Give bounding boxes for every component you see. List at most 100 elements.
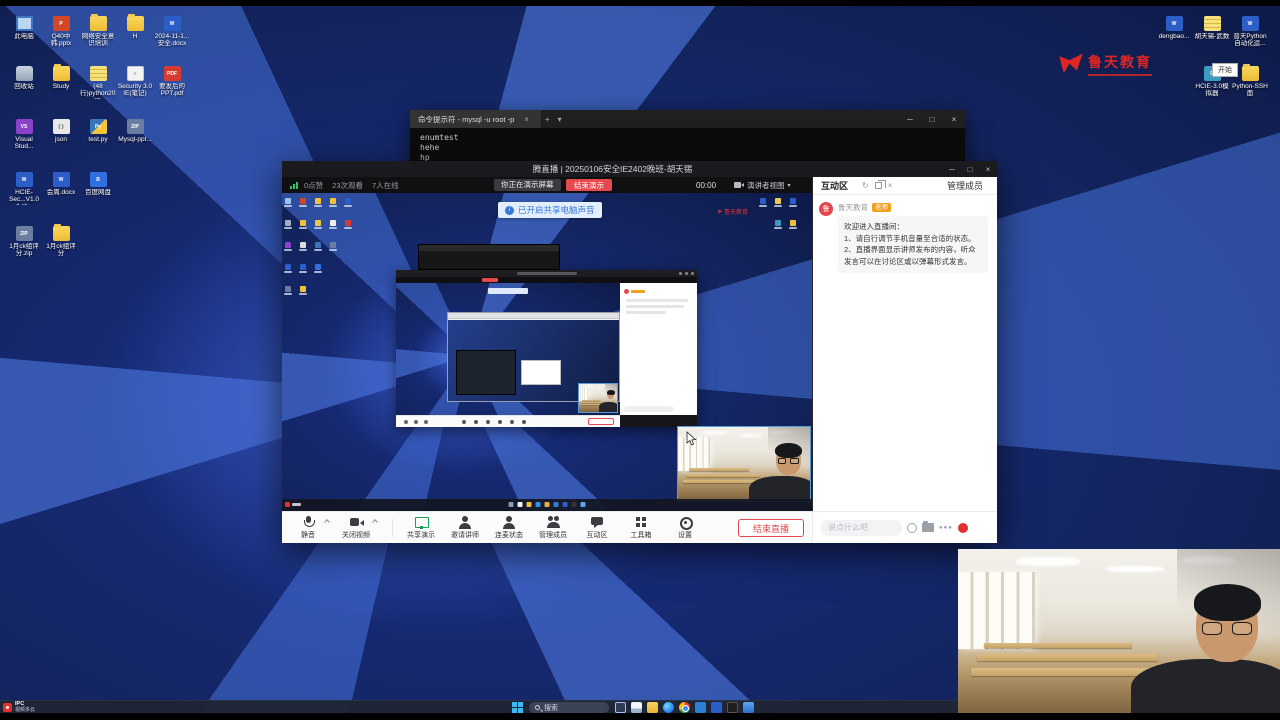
mouse-cursor: [686, 431, 697, 446]
folder-icon: [52, 224, 70, 241]
camera-icon: [349, 516, 364, 529]
toolbar-micstat[interactable]: 连麦状态: [489, 515, 529, 540]
toolbar-invite[interactable]: 邀请讲师: [445, 515, 485, 540]
nested-stream-window: [396, 270, 697, 427]
terminal-tab[interactable]: 命令提示符 - mysql -u root -p ×: [410, 110, 541, 128]
nested-toolbar: [396, 415, 620, 427]
toolbar-members[interactable]: 管理成员: [533, 515, 573, 540]
toolbar-gear[interactable]: 设置: [665, 516, 705, 540]
notebook-icon: [1203, 16, 1221, 31]
taskbar-icon-chrome[interactable]: [679, 702, 690, 713]
toolbar-chat[interactable]: 互动区: [577, 516, 617, 540]
desktop-icon[interactable]: H: [117, 14, 153, 40]
start-tooltip[interactable]: 开始: [1212, 63, 1238, 77]
end-present-button[interactable]: 结束演示: [566, 179, 612, 191]
taskbar-icon-edge[interactable]: [663, 702, 674, 713]
views-count: 23次观看: [332, 180, 364, 190]
classroom-webcam-feed: [958, 549, 1280, 713]
ppt-icon: P: [52, 16, 70, 31]
minimize-button[interactable]: ─: [943, 165, 961, 174]
toolbar-label: 静音: [301, 531, 315, 539]
desktop-icon-label: Mysql-ppt...: [118, 136, 152, 143]
close-button[interactable]: ×: [979, 165, 997, 174]
tab-close-icon[interactable]: ×: [520, 115, 533, 124]
taskbar-icon-terminal[interactable]: [727, 702, 738, 713]
taskbar-icon-task-view[interactable]: [615, 702, 626, 713]
desktop-icon-label: Security 3.0 IE(笔记): [117, 83, 153, 98]
view-mode-select[interactable]: 演讲者视图 ▾: [734, 180, 791, 191]
popout-icon[interactable]: [874, 180, 886, 189]
panel-close-icon[interactable]: ×: [888, 181, 893, 190]
start-button[interactable]: [512, 702, 523, 713]
desktop-icon[interactable]: ZIP Mysql-ppt...: [117, 119, 153, 143]
chat-message: 鲁 鲁天教育 老师 欢迎进入直播间： 1、请自行调节手机音量至合适的状态。 2、…: [819, 202, 991, 273]
terminal-close-button[interactable]: ×: [943, 115, 965, 124]
chevron-up-icon[interactable]: [372, 518, 378, 525]
desktop-icon[interactable]: 回收站: [6, 66, 42, 90]
person-silhouette: [749, 442, 810, 501]
nested-video-area: [396, 283, 620, 415]
toolbar-label: 工具箱: [630, 531, 652, 539]
desktop-icon[interactable]: VS Visual Stud...: [6, 119, 42, 151]
end-live-button[interactable]: 结束直播: [737, 519, 804, 537]
desktop-icon[interactable]: Wdengbao...: [1156, 16, 1192, 40]
new-tab-icon[interactable]: +: [541, 115, 554, 124]
folder-icon: [52, 64, 70, 81]
taskbar-icon-mail[interactable]: [743, 702, 754, 713]
toolbar-camera[interactable]: 关闭视频: [336, 516, 378, 540]
brand-logo-icon: [1059, 53, 1083, 74]
desktop-icon[interactable]: Py test.py: [80, 119, 116, 143]
stream-statusbar: 0点赞 23次观看 7人在线 你正在演示屏幕 结束演示 00:00 演讲者视图 …: [282, 177, 812, 193]
toolbar-share[interactable]: 共享演示: [401, 516, 441, 540]
taskbar-icon-word[interactable]: [711, 702, 722, 713]
desktop-icon[interactable]: { } json: [43, 119, 79, 143]
stream-titlebar[interactable]: 腾直播 | 20250106安全IE2402晚班-胡天锡 ─ □ ×: [282, 161, 997, 177]
tab-interaction[interactable]: 互动区: [821, 179, 848, 192]
desktop-icon[interactable]: PDF 要发后的PPT.pdf: [154, 66, 190, 98]
desktop-icon-label: json: [55, 136, 67, 143]
desktop-icon[interactable]: ≡ Security 3.0 IE(笔记): [117, 66, 153, 98]
taskbar-icon-file-explorer[interactable]: [647, 702, 658, 713]
desktop-icon[interactable]: ZIP 1月ck组评分.zip: [6, 226, 42, 258]
taskbar-icon-sail[interactable]: [631, 702, 642, 713]
chevron-up-icon[interactable]: [324, 518, 330, 525]
desktop-icon[interactable]: B 百度网盘: [80, 172, 116, 196]
terminal-line: enumtest: [420, 133, 459, 142]
desktop-icon[interactable]: (48行)python202...IE(笔记): [80, 66, 116, 99]
desktop-icon[interactable]: 网络安全意识培训: [80, 14, 116, 48]
desktop-icon[interactable]: 此电脑: [6, 16, 42, 40]
chat-input[interactable]: [820, 519, 902, 536]
terminal-minimize-button[interactable]: ─: [899, 115, 921, 124]
tab-manage-members[interactable]: 管理成员: [947, 179, 983, 192]
desktop-icon-label: 普天Python自动化运...: [1233, 33, 1267, 48]
tab-dropdown-icon[interactable]: ▾: [554, 115, 566, 124]
desktop-icon[interactable]: W HCIE-Sec...V1.0 会议...: [6, 172, 42, 205]
refresh-icon[interactable]: ↻: [862, 181, 869, 190]
desktop-icon[interactable]: P Q40中韩.pptx: [43, 16, 79, 48]
desktop-icon-label: HCIE-3.0模拟器: [1195, 83, 1229, 98]
maximize-button[interactable]: □: [961, 165, 979, 174]
presenter-camera-preview[interactable]: [677, 426, 811, 502]
taskbar-corner-line2: 视频多云: [15, 706, 36, 713]
image-icon[interactable]: [922, 521, 934, 532]
brand-watermark-text: 鲁天教育: [1088, 54, 1152, 70]
taskbar-search[interactable]: 搜索: [529, 702, 609, 713]
toolbar-toolbox[interactable]: 工具箱: [621, 516, 661, 540]
folder-icon: [89, 14, 107, 31]
search-icon: [535, 705, 540, 710]
desktop-icon[interactable]: Study: [43, 64, 79, 90]
desktop-icon[interactable]: W 2024-11-1...安全.docx: [154, 16, 190, 48]
nested-chat-panel: [620, 283, 697, 415]
desktop-icon[interactable]: 胡天锡-武数: [1194, 16, 1230, 40]
taskbar-corner-widget[interactable]: IPC 视频多云: [3, 701, 36, 713]
terminal-maximize-button[interactable]: □: [921, 115, 943, 124]
desktop-icon[interactable]: 1月ck组评分: [43, 224, 79, 258]
desktop-icon-label: 会周.docx: [46, 189, 76, 196]
more-icon[interactable]: ●●●: [939, 525, 953, 531]
desktop-icon[interactable]: W 会周.docx: [43, 172, 79, 196]
desktop-icon[interactable]: W 普天Python自动化运...: [1232, 16, 1268, 48]
emoji-icon[interactable]: [907, 522, 917, 533]
taskbar-icon-vscode[interactable]: [695, 702, 706, 713]
toolbar-mic[interactable]: 静音: [288, 515, 330, 540]
record-dot-icon[interactable]: [957, 522, 968, 533]
